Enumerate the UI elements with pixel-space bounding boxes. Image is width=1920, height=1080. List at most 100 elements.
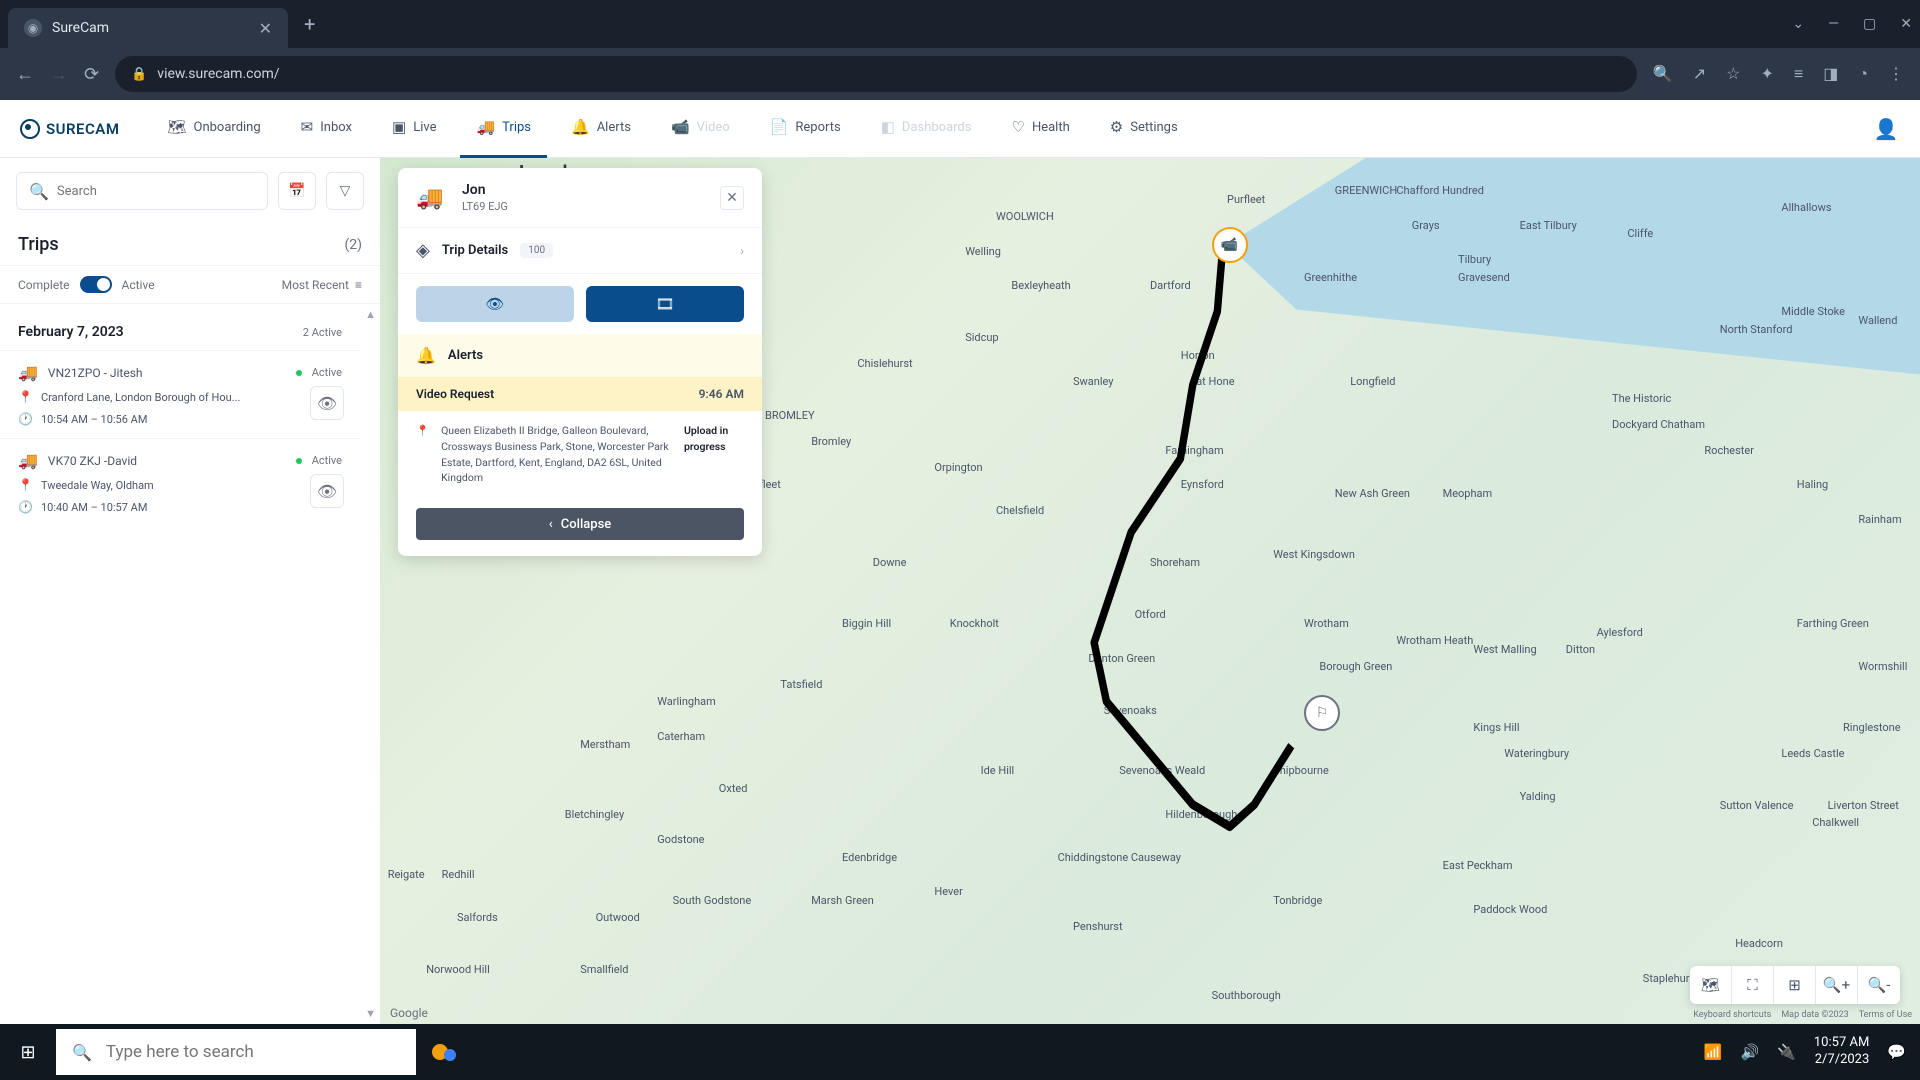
search-input[interactable]: 🔍 <box>16 172 268 210</box>
start-button[interactable]: ⊞ <box>0 1024 56 1080</box>
taskbar-search-input[interactable] <box>106 1042 400 1062</box>
map[interactable]: London GREENWICHWOOLWICHPurfleetChafford… <box>380 158 1920 1024</box>
menu-icon[interactable]: ⋮ <box>1888 64 1904 84</box>
pin-icon: 📍 <box>416 423 429 486</box>
share-icon[interactable]: ↗ <box>1693 64 1706 84</box>
trips-list[interactable]: ▲ February 7, 2023 2 Active 🚚 VN21ZPO - … <box>0 304 380 1024</box>
chevron-left-icon: ‹ <box>549 517 553 532</box>
map-place-label: Merstham <box>580 738 630 751</box>
view-trip-button[interactable]: 👁 <box>310 386 344 420</box>
trip-details-badge: 100 <box>520 243 553 258</box>
wifi-icon[interactable]: 📶 <box>1704 1043 1723 1061</box>
calendar-button[interactable]: 📅 <box>278 172 316 210</box>
gear-icon: ⚙ <box>1110 118 1123 136</box>
map-place-label: Farthing Green <box>1797 617 1869 630</box>
cortana-icon[interactable] <box>416 1029 474 1075</box>
close-window-icon[interactable]: ✕ <box>1900 16 1912 32</box>
zoom-in-button[interactable]: 🔍+ <box>1816 966 1858 1004</box>
profile-icon[interactable]: 👤 <box>1872 115 1900 143</box>
url-input[interactable]: 🔒 view.surecam.com/ <box>115 56 1637 92</box>
trip-location-row: 📍 Cranford Lane, London Borough of Hou..… <box>18 390 342 404</box>
map-place-label: Chafford Hundred <box>1396 184 1484 197</box>
sort-icon: ≡ <box>355 278 362 292</box>
maximize-icon[interactable]: ▢ <box>1863 16 1876 32</box>
truck-icon: 🚚 <box>18 451 38 470</box>
dashboard-icon: ◧ <box>881 118 895 136</box>
sidepanel-icon[interactable]: ◨ <box>1823 64 1838 84</box>
trip-details-row[interactable]: ◈ Trip Details 100 › <box>398 228 762 274</box>
url-text: view.surecam.com/ <box>157 66 279 82</box>
map-place-label: Reigate <box>388 868 425 881</box>
taskbar-search[interactable]: 🔍 <box>56 1029 416 1075</box>
trip-vehicle: VK70 ZKJ -David <box>48 454 137 468</box>
video-request-time: 9:46 AM <box>699 387 744 401</box>
route-end-marker[interactable]: ⚐ <box>1304 695 1340 731</box>
sort-dropdown[interactable]: Most Recent ≡ <box>282 278 362 292</box>
browser-tab[interactable]: ◉ SureCam ✕ <box>8 8 288 48</box>
zoom-out-button[interactable]: 🔍- <box>1858 966 1900 1004</box>
fullscreen-button[interactable]: ⛶ <box>1732 966 1774 1004</box>
power-icon[interactable]: 🔌 <box>1777 1043 1796 1061</box>
map-place-label: Ringlestone <box>1843 721 1901 734</box>
search-icon: 🔍 <box>29 182 49 201</box>
nav-live[interactable]: ▣Live <box>376 100 452 158</box>
date-text: February 7, 2023 <box>18 324 124 340</box>
logo-text: SURECAM <box>46 120 119 138</box>
active-toggle[interactable] <box>80 276 112 293</box>
trip-card[interactable]: 🚚 VN21ZPO - Jitesh Active 📍 Cranford Lan… <box>0 350 360 438</box>
map-type-button[interactable]: 🗺 <box>1690 966 1732 1004</box>
trip-location: Cranford Lane, London Borough of Hou... <box>41 391 240 404</box>
browser-tab-strip: ◉ SureCam ✕ + ⌄ — ▢ ✕ <box>0 0 1920 48</box>
clock[interactable]: 10:57 AM 2/7/2023 <box>1814 1035 1869 1069</box>
search-field[interactable] <box>57 184 255 199</box>
scroll-down-icon[interactable]: ▼ <box>365 1007 376 1020</box>
reload-icon[interactable]: ⟳ <box>84 64 99 85</box>
chevron-right-icon[interactable]: › <box>740 244 744 258</box>
back-icon[interactable]: ← <box>16 64 34 85</box>
panel-header: 🚚 Jon LT69 EJG ✕ <box>398 168 762 228</box>
video-button[interactable]: 🎞 <box>586 286 744 322</box>
trips-title: Trips <box>18 234 59 255</box>
filter-active-label: Active <box>122 278 155 292</box>
notifications-icon[interactable]: 💬 <box>1887 1043 1906 1061</box>
nav-inbox[interactable]: ✉Inbox <box>285 100 368 158</box>
trip-location-row: 📍 Tweedale Way, Oldham <box>18 478 342 492</box>
collapse-button[interactable]: ‹ Collapse <box>416 508 744 540</box>
volume-icon[interactable]: 🔊 <box>1741 1043 1760 1061</box>
search-icon: 🔍 <box>72 1043 92 1062</box>
view-button[interactable]: 👁 <box>416 286 574 322</box>
route-path <box>934 201 1550 937</box>
search-icon[interactable]: 🔍 <box>1653 64 1673 84</box>
logo[interactable]: SURECAM <box>20 119 119 139</box>
trip-card-header: 🚚 VK70 ZKJ -David Active <box>18 451 342 470</box>
minimize-icon[interactable]: — <box>1828 16 1839 32</box>
map-place-label: Outwood <box>596 911 640 924</box>
bookmark-icon[interactable]: ☆ <box>1726 64 1740 84</box>
view-trip-button[interactable]: 👁 <box>310 474 344 508</box>
trip-time: 10:54 AM – 10:56 AM <box>41 413 147 426</box>
route-start-marker[interactable]: 📹 <box>1212 227 1248 263</box>
nav-reports[interactable]: 📄Reports <box>754 100 857 158</box>
extensions-icon[interactable]: ✦ <box>1760 64 1773 84</box>
nav-trips[interactable]: 🚚Trips <box>460 100 547 158</box>
new-tab-button[interactable]: + <box>304 12 315 36</box>
envelope-icon: ✉ <box>301 118 314 136</box>
close-tab-icon[interactable]: ✕ <box>259 19 272 38</box>
nav-onboarding[interactable]: 🗺Onboarding <box>151 100 276 158</box>
tabs-dropdown-icon[interactable]: ⌄ <box>1792 16 1804 32</box>
nav-health[interactable]: ♡Health <box>995 100 1085 158</box>
nav-alerts[interactable]: 🔔Alerts <box>555 100 647 158</box>
trip-card[interactable]: 🚚 VK70 ZKJ -David Active 📍 Tweedale Way,… <box>0 438 360 526</box>
video-request-row[interactable]: Video Request 9:46 AM <box>398 377 762 411</box>
globe-icon: ◉ <box>24 19 42 37</box>
grid-button[interactable]: ⊞ <box>1774 966 1816 1004</box>
close-panel-button[interactable]: ✕ <box>720 186 744 210</box>
map-place-label: Leeds Castle <box>1781 747 1844 760</box>
status-dot <box>296 370 302 376</box>
playlist-icon[interactable]: ≡ <box>1794 64 1803 84</box>
scroll-up-icon[interactable]: ▲ <box>365 308 376 321</box>
map-place-label: Tatsfield <box>780 678 822 691</box>
profile-chrome-icon[interactable]: ◔ <box>1858 64 1868 84</box>
filter-button[interactable]: ▽ <box>326 172 364 210</box>
nav-settings[interactable]: ⚙Settings <box>1094 100 1194 158</box>
